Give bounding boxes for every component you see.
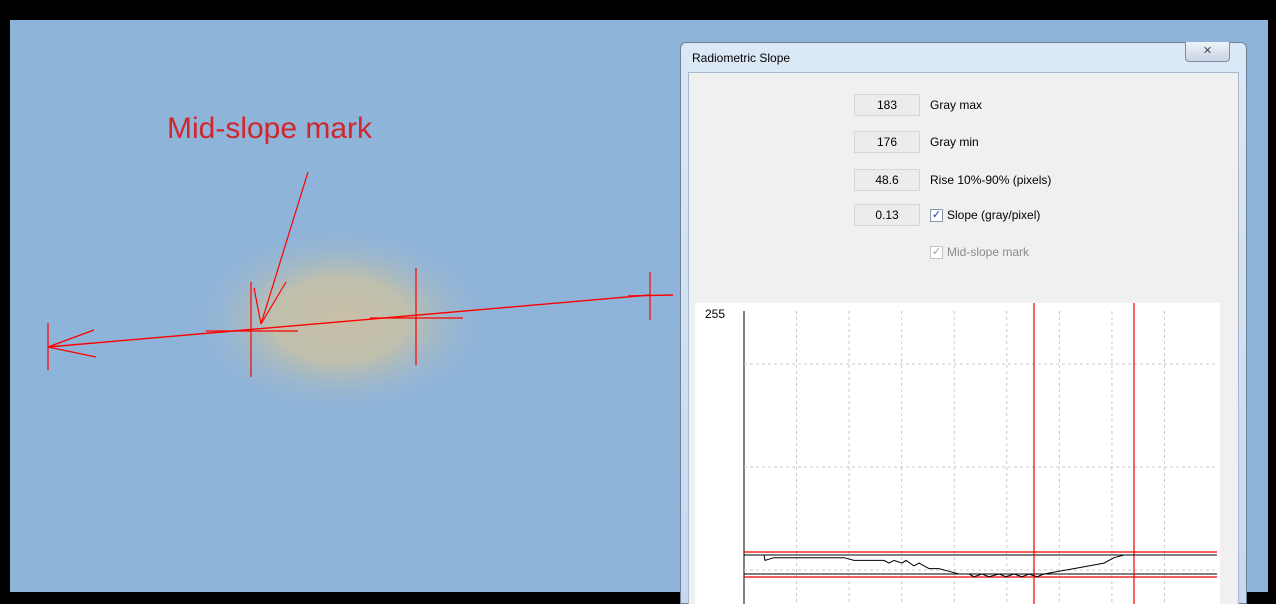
gray-min-value: 176 [854, 131, 920, 153]
slope-row: 0.13 ✓ Slope (gray/pixel) [854, 203, 1040, 227]
image-blob [190, 225, 490, 415]
gray-min-row: 176 Gray min [854, 130, 979, 154]
annotation-label: Mid-slope mark [167, 112, 373, 145]
profile-chart [743, 303, 1217, 604]
profile-series-line [744, 554, 1217, 578]
mid-slope-checkbox[interactable]: ✓ [930, 245, 943, 259]
close-icon: ✕ [1202, 45, 1213, 57]
slope-label[interactable]: Slope (gray/pixel) [947, 208, 1040, 222]
dialog-title: Radiometric Slope [692, 51, 791, 65]
radiometric-slope-dialog[interactable]: Radiometric Slope ✕ 183 Gray max 176 Gra… [680, 42, 1247, 604]
gray-min-label: Gray min [930, 135, 979, 149]
rise-label: Rise 10%-90% (pixels) [930, 173, 1052, 187]
start-arrow-lower [47, 346, 97, 358]
dialog-client-area: 183 Gray max 176 Gray min 48.6 Rise 10%-… [688, 72, 1239, 604]
mid-slope-row: ✓ Mid-slope mark [930, 240, 1029, 264]
gray-max-value: 183 [854, 94, 920, 116]
mid-slope-label: Mid-slope mark [947, 245, 1030, 259]
slope-checkbox[interactable]: ✓ [930, 208, 943, 222]
slope-value: 0.13 [854, 204, 920, 226]
check-icon: ✓ [931, 245, 942, 258]
rise-row: 48.6 Rise 10%-90% (pixels) [854, 168, 1051, 192]
end-mark-horizontal [627, 294, 674, 297]
rise-value: 48.6 [854, 169, 920, 191]
close-button[interactable]: ✕ [1185, 42, 1230, 62]
check-icon: ✓ [931, 208, 942, 221]
profile-plot: 255 [695, 303, 1220, 604]
gray-max-row: 183 Gray max [854, 93, 982, 117]
y-axis-max-label: 255 [705, 307, 726, 321]
gray-max-label: Gray max [930, 98, 983, 112]
